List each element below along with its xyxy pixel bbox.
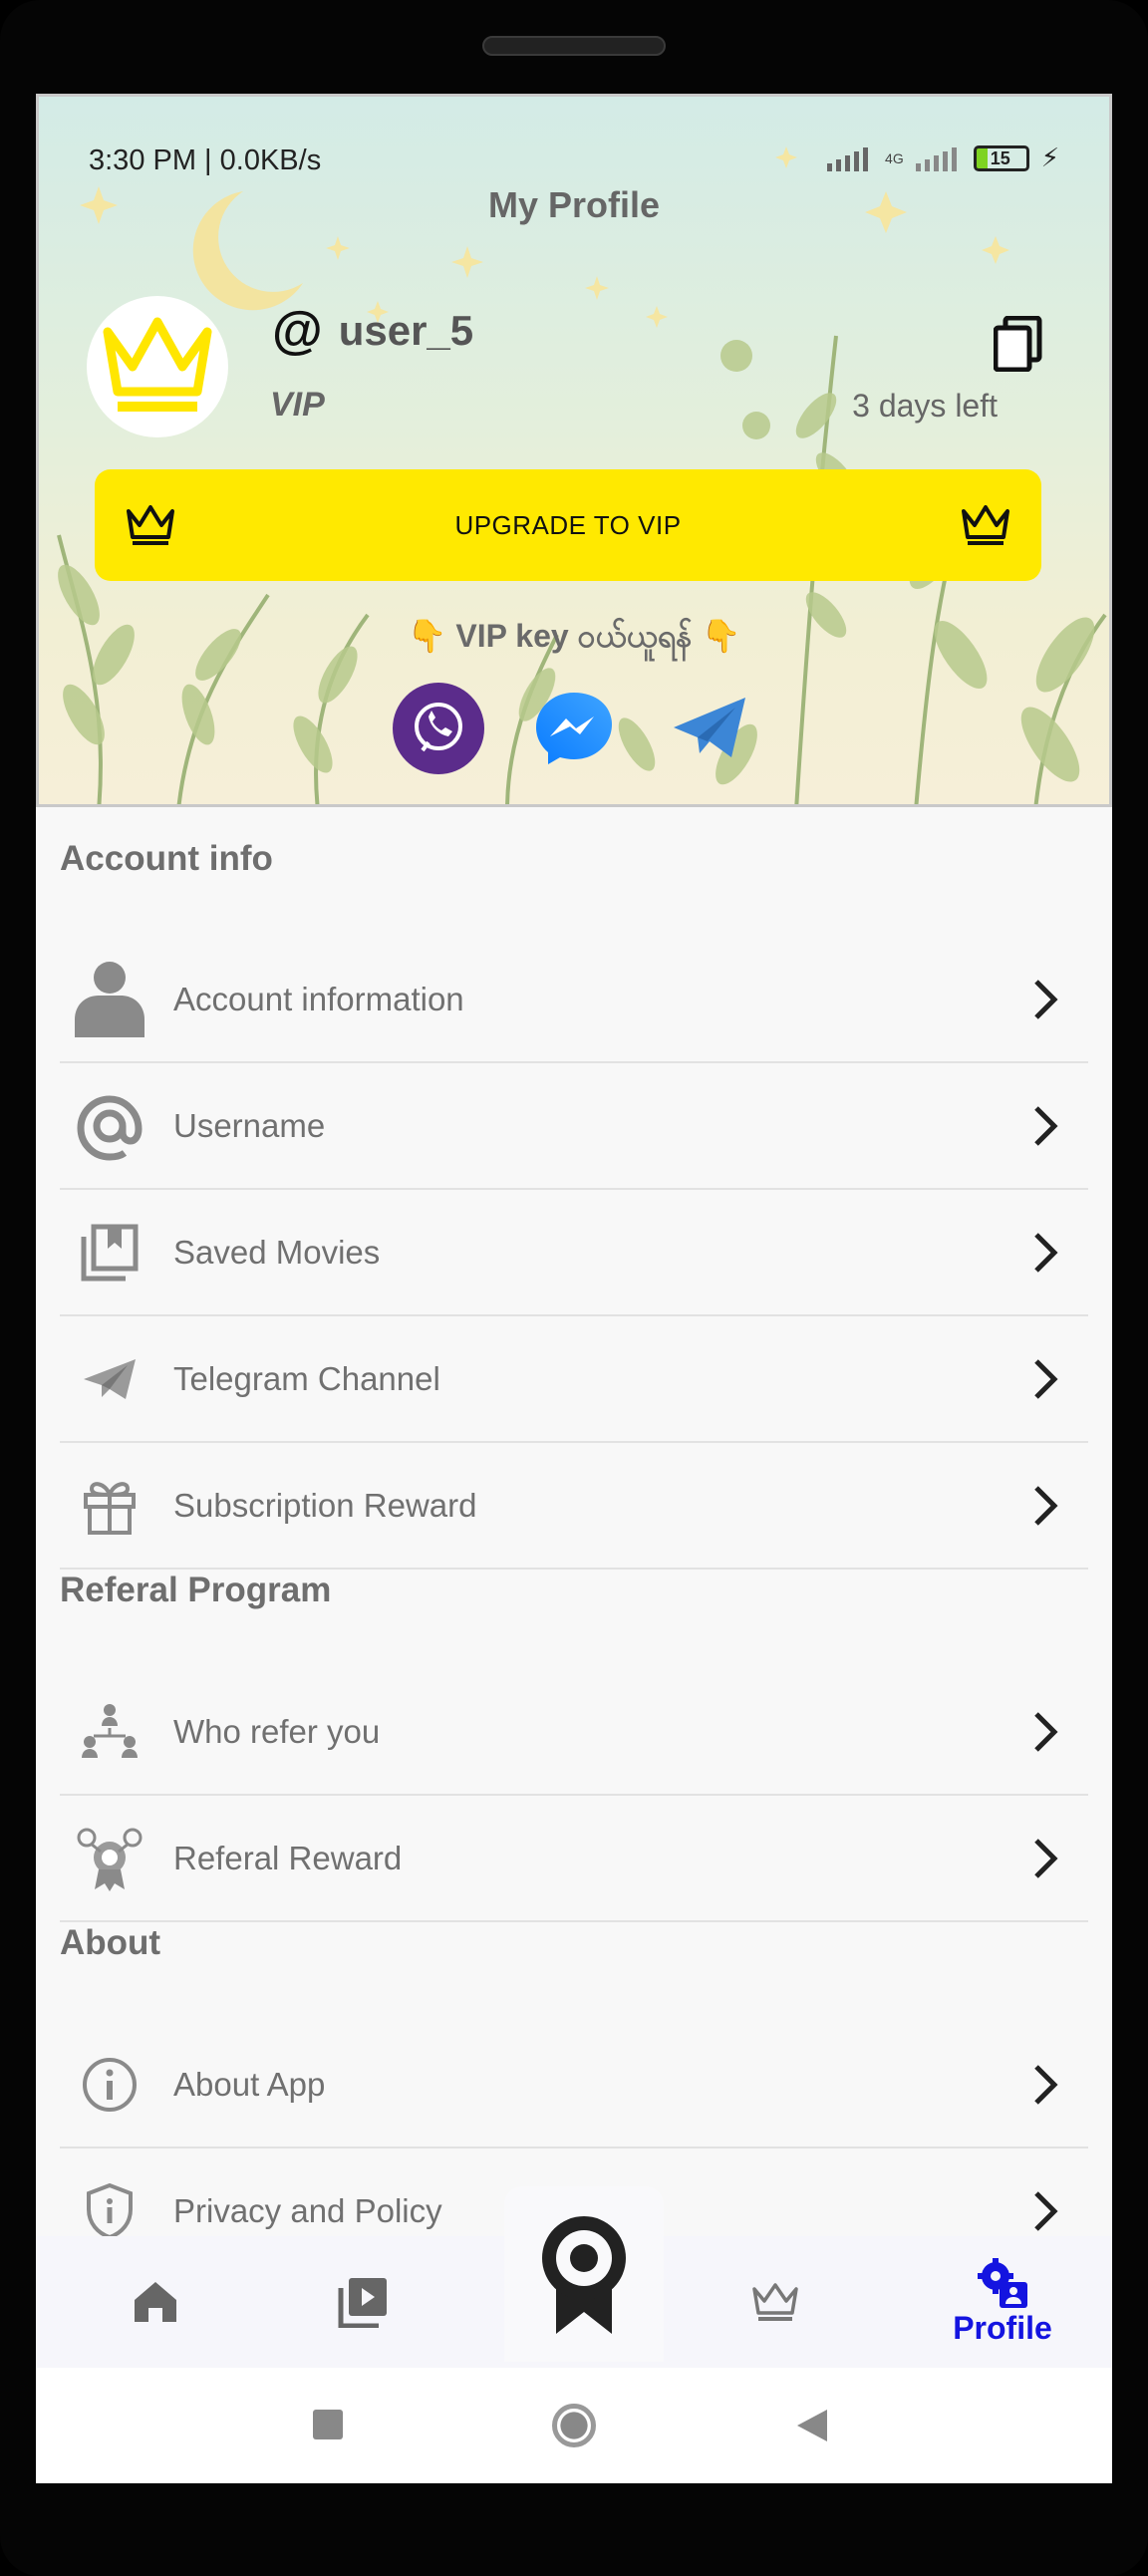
phone-frame: 3:30 PM | 0.0KB/s 4G 15 ⚡ My Profile @ u… [0, 0, 1148, 2576]
page-title: My Profile [487, 184, 661, 225]
row-label: Referal Reward [173, 1839, 403, 1876]
username-display: @ user_5 [272, 301, 473, 361]
profile-settings-icon [978, 2257, 1027, 2308]
chevron-right-icon [1034, 1358, 1058, 1399]
section-referal-program: Referal Program [60, 1571, 332, 1609]
avatar[interactable] [87, 296, 228, 437]
telegram-icon [674, 698, 745, 757]
home-icon [135, 2282, 176, 2322]
social-links [39, 683, 1109, 774]
status-time-speed: 3:30 PM | 0.0KB/s [89, 144, 322, 176]
network-type: 4G [885, 149, 904, 166]
gift-icon [70, 1466, 149, 1546]
row-saved-movies[interactable]: Saved Movies [60, 1190, 1088, 1316]
row-label: Account information [173, 980, 464, 1017]
nav-vip[interactable] [725, 2236, 825, 2368]
nav-profile[interactable]: Profile [933, 2236, 1072, 2368]
home-button[interactable] [552, 2404, 596, 2447]
row-telegram-channel[interactable]: Telegram Channel [60, 1316, 1088, 1443]
viber-button[interactable] [393, 683, 484, 774]
info-icon [70, 2045, 149, 2125]
chevron-right-icon [1034, 2064, 1058, 2105]
row-subscription-reward[interactable]: Subscription Reward [60, 1443, 1088, 1570]
membership-label: VIP [270, 386, 325, 424]
play-library-icon [338, 2278, 387, 2328]
row-username[interactable]: Username [60, 1063, 1088, 1190]
crown-icon [752, 2283, 798, 2321]
signal-icon-2 [915, 146, 957, 171]
network-users-icon [70, 1692, 149, 1772]
signal-icon [827, 146, 869, 171]
days-left-text: 3 days left [852, 388, 998, 424]
telegram-button[interactable] [664, 683, 755, 774]
user-icon [70, 960, 149, 1039]
recents-button[interactable] [313, 2410, 343, 2439]
at-sign-icon [70, 1086, 149, 1166]
viber-icon [415, 703, 462, 752]
nav-home[interactable] [106, 2236, 205, 2368]
battery-level: 15 [990, 147, 1010, 168]
chevron-right-icon [1034, 1711, 1058, 1752]
crown-icon [127, 505, 174, 545]
row-referal-reward[interactable]: Referal Reward [60, 1796, 1088, 1922]
nav-library[interactable] [313, 2236, 413, 2368]
section-account-info: Account info [60, 839, 273, 878]
row-account-information[interactable]: Account information [60, 937, 1088, 1063]
bookmark-library-icon [70, 1213, 149, 1292]
chevron-right-icon [1034, 1838, 1058, 1878]
send-icon [70, 1339, 149, 1419]
chevron-right-icon [1034, 979, 1058, 1019]
row-label: Subscription Reward [173, 1486, 477, 1524]
upgrade-button[interactable]: UPGRADE TO VIP [95, 469, 1041, 581]
row-label: Who refer you [173, 1712, 381, 1750]
vip-key-text: 👇 VIP key ဝယ်ယူရန် 👇 [407, 618, 741, 654]
phone-speaker [482, 36, 666, 56]
messenger-icon [536, 693, 612, 764]
chevron-right-icon [1034, 1232, 1058, 1273]
row-label: Telegram Channel [173, 1359, 440, 1397]
row-about-app[interactable]: About App [60, 2022, 1088, 2148]
crown-icon [961, 505, 1009, 545]
badge-icon [542, 2216, 626, 2334]
messenger-button[interactable] [528, 683, 620, 774]
reward-medal-icon [70, 1819, 149, 1898]
crown-icon [103, 317, 212, 412]
row-who-refer-you[interactable]: Who refer you [60, 1669, 1088, 1796]
app-screen: 3:30 PM | 0.0KB/s 4G 15 ⚡ My Profile @ u… [36, 94, 1112, 2483]
battery-icon: 15 [973, 144, 1029, 171]
charging-icon: ⚡ [1040, 143, 1059, 172]
status-icons: 4G 15 ⚡ [827, 143, 1059, 173]
chevron-right-icon [1034, 1105, 1058, 1146]
chevron-right-icon [1034, 2190, 1058, 2231]
back-button[interactable] [795, 2408, 829, 2443]
at-icon: @ [272, 302, 323, 360]
row-label: Saved Movies [173, 1233, 381, 1271]
upgrade-label: UPGRADE TO VIP [454, 509, 682, 540]
system-nav-bar [36, 2368, 1112, 2483]
chevron-right-icon [1034, 1485, 1058, 1526]
nav-center-badge[interactable] [504, 2186, 664, 2362]
username-text: user_5 [338, 307, 474, 354]
section-about: About [60, 1923, 161, 1962]
row-label: About App [173, 2065, 326, 2103]
profile-header: 3:30 PM | 0.0KB/s 4G 15 ⚡ My Profile @ u… [36, 94, 1112, 807]
row-label: Username [173, 1106, 326, 1144]
copy-icon[interactable] [994, 316, 1043, 372]
nav-profile-label: Profile [953, 2309, 1052, 2346]
